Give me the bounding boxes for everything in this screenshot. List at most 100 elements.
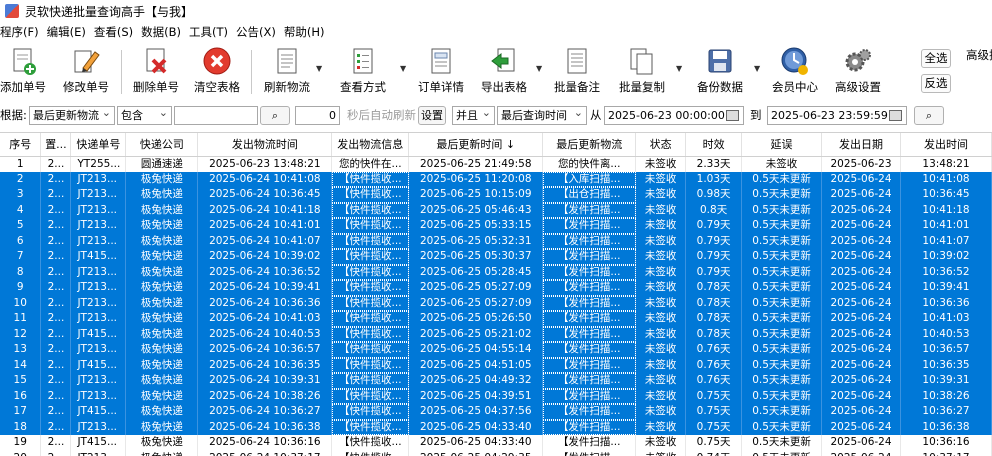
add-order-button[interactable]: 添加单号 (0, 46, 48, 100)
header-col-send-time[interactable]: 发出物流时间 (197, 133, 333, 157)
cell-col-delay: 0.5天未更新 (741, 373, 823, 389)
backup-data-button[interactable]: 备份数据 (694, 46, 746, 100)
table-row[interactable]: 8 2... JT213... 极兔快递 2025-06-24 10:36:52 【快件揽… (0, 264, 992, 280)
table-row[interactable]: 7 2... JT415... 极兔快递 2025-06-24 10:39:02 【快件揽… (0, 249, 992, 265)
table-row[interactable]: 17 2... JT415... 极兔快递 2025-06-24 10:36:27 【快件… (0, 404, 992, 420)
cell-col-last-update-time: 2025-06-25 04:33:40 (408, 435, 544, 451)
view-mode-button[interactable]: 查看方式 (338, 46, 388, 100)
cell-col-send-clock: 10:41:03 (900, 311, 992, 327)
refresh-seconds-input[interactable]: 0 (295, 106, 340, 125)
edit-order-button[interactable]: 修改单号 (62, 46, 110, 100)
menu-edit[interactable]: 编辑(E) (43, 22, 90, 42)
header-col-send-clock[interactable]: 发出时间 (900, 133, 992, 157)
cell-col-send-date: 2025-06-24 (821, 404, 901, 420)
header-col-send-date[interactable]: 发出日期 (821, 133, 901, 157)
cell-col-send-info: 【快件揽收... (331, 326, 410, 342)
batch-note-button[interactable]: 批量备注 (552, 46, 602, 100)
table-row[interactable]: 19 2... JT415... 极兔快递 2025-06-24 10:36:16 【快件… (0, 435, 992, 451)
table-row[interactable]: 5 2... JT213... 极兔快递 2025-06-24 10:41:01 【快件揽… (0, 218, 992, 234)
copy-dropdown-arrow[interactable]: ▼ (676, 64, 682, 73)
settings-button[interactable]: 设置 (418, 106, 446, 125)
table-row[interactable]: 9 2... JT213... 极兔快递 2025-06-24 10:39:41 【快件揽… (0, 280, 992, 296)
cell-col-index: 19 (0, 435, 42, 451)
cell-col-last-update-info: 【发件扫描... (542, 419, 637, 435)
order-detail-button[interactable]: 订单详情 (416, 46, 466, 100)
table-row[interactable]: 6 2... JT213... 极兔快递 2025-06-24 10:41:07 【快件揽… (0, 233, 992, 249)
refresh-dropdown-arrow[interactable]: ▼ (316, 64, 322, 73)
cell-col-send-clock: 10:39:02 (900, 249, 992, 265)
export-table-button[interactable]: 导出表格 (479, 46, 529, 100)
view-mode-dropdown-arrow[interactable]: ▼ (400, 64, 406, 73)
batch-copy-button[interactable]: 批量复制 (617, 46, 667, 100)
cell-col-send-info: 您的快件在... (331, 156, 410, 172)
cell-col-index: 8 (0, 264, 42, 280)
advanced-search-label[interactable]: 高级搜 (966, 47, 992, 63)
table-row[interactable]: 13 2... JT213... 极兔快递 2025-06-24 10:36:57 【快件… (0, 342, 992, 358)
date-search-button[interactable]: ⌕ (914, 106, 944, 125)
results-table[interactable]: 序号 置... 快递单号 快递公司 发出物流时间 发出物流信息 最后更新时间 ↓ 最后更新物流… (0, 132, 992, 456)
header-col-tracking-number[interactable]: 快递单号 (70, 133, 127, 157)
note-document-icon (567, 48, 587, 74)
calendar-icon[interactable] (889, 110, 902, 121)
cell-col-last-update-time: 2025-06-25 10:15:09 (408, 187, 544, 203)
cell-col-delay: 0.5天未更新 (741, 264, 823, 280)
select-all-button[interactable]: 全选 (921, 49, 951, 68)
backup-dropdown-arrow[interactable]: ▼ (754, 64, 760, 73)
cell-col-index: 12 (0, 326, 42, 342)
time-field-select[interactable]: 最后查询时间 (497, 106, 587, 125)
search-button[interactable]: ⌕ (260, 106, 290, 125)
menu-view[interactable]: 查看(S) (90, 22, 137, 42)
header-col-duration[interactable]: 时效 (685, 133, 743, 157)
invert-selection-button[interactable]: 反选 (921, 74, 951, 93)
filter-keyword-input[interactable] (174, 106, 258, 125)
toolbar-separator (251, 50, 252, 94)
table-row[interactable]: 16 2... JT213... 极兔快递 2025-06-24 10:38:26 【快件… (0, 388, 992, 404)
filter-match-select[interactable]: 包含 (117, 106, 172, 125)
cell-col-status: 未签收 (635, 450, 687, 456)
table-row[interactable]: 1 2... YT255... 圆通速递 2025-06-23 13:48:21 您的快件… (0, 156, 992, 172)
header-col-index[interactable]: 序号 (0, 133, 42, 157)
calendar-icon[interactable] (726, 110, 739, 121)
cell-col-duration: 0.98天 (685, 187, 743, 203)
table-row[interactable]: 18 2... JT213... 极兔快递 2025-06-24 10:36:38 【快件… (0, 419, 992, 435)
menu-tools[interactable]: 工具(T) (185, 22, 232, 42)
table-row[interactable]: 14 2... JT415... 极兔快递 2025-06-24 10:36:35 【快件… (0, 357, 992, 373)
from-date-input[interactable]: 2025-06-23 00:00:00 (604, 106, 744, 125)
menu-data[interactable]: 数据(B) (137, 22, 185, 42)
header-col-status[interactable]: 状态 (635, 133, 687, 157)
menu-help[interactable]: 帮助(H) (280, 22, 329, 42)
header-col-last-update-info[interactable]: 最后更新物流 (542, 133, 637, 157)
table-row[interactable]: 12 2... JT415... 极兔快递 2025-06-24 10:40:53 【快件… (0, 326, 992, 342)
cell-col-send-info: 【快件揽收... (331, 311, 410, 327)
header-col-courier[interactable]: 快递公司 (125, 133, 199, 157)
cell-col-pin: 2... (40, 264, 72, 280)
cell-col-send-info: 【快件揽收... (331, 435, 410, 451)
table-row[interactable]: 10 2... JT213... 极兔快递 2025-06-24 10:36:36 【快件… (0, 295, 992, 311)
view-list-icon (353, 48, 373, 74)
export-dropdown-arrow[interactable]: ▼ (536, 64, 542, 73)
table-row[interactable]: 3 2... JT213... 极兔快递 2025-06-24 10:36:45 【快件揽… (0, 187, 992, 203)
delete-order-button[interactable]: 删除单号 (131, 46, 181, 100)
header-col-pin[interactable]: 置... (40, 133, 72, 157)
cell-col-index: 4 (0, 202, 42, 218)
table-row[interactable]: 2 2... JT213... 极兔快递 2025-06-24 10:41:08 【快件揽… (0, 171, 992, 187)
table-row[interactable]: 11 2... JT213... 极兔快递 2025-06-24 10:41:03 【快件… (0, 311, 992, 327)
member-center-button[interactable]: 会员中心 (770, 46, 820, 100)
table-row[interactable]: 4 2... JT213... 极兔快递 2025-06-24 10:41:18 【快件揽… (0, 202, 992, 218)
filter-field-select[interactable]: 最后更新物流 (29, 106, 115, 125)
cell-col-index: 7 (0, 249, 42, 265)
table-row[interactable]: 202...JT213...极兔快递2025-06-24 10:37:17【快件… (0, 450, 992, 456)
header-col-last-update-time[interactable]: 最后更新时间 ↓ (408, 133, 544, 157)
table-row[interactable]: 15 2... JT213... 极兔快递 2025-06-24 10:39:31 【快件… (0, 373, 992, 389)
menu-program[interactable]: 程序(F) (0, 22, 43, 42)
to-date-input[interactable]: 2025-06-23 23:59:59 (767, 106, 907, 125)
advanced-settings-button[interactable]: 高级设置 (832, 46, 884, 100)
refresh-logistics-button[interactable]: 刷新物流 (262, 46, 312, 100)
filter-logic-select[interactable]: 并且 (452, 106, 495, 125)
header-col-send-info[interactable]: 发出物流信息 (331, 133, 410, 157)
clear-table-button[interactable]: 清空表格 (192, 46, 242, 100)
cell-col-status: 未签收 (635, 435, 687, 451)
cell-col-duration: 2.33天 (685, 156, 743, 172)
header-col-delay[interactable]: 延误 (741, 133, 823, 157)
menu-notice[interactable]: 公告(X) (232, 22, 280, 42)
